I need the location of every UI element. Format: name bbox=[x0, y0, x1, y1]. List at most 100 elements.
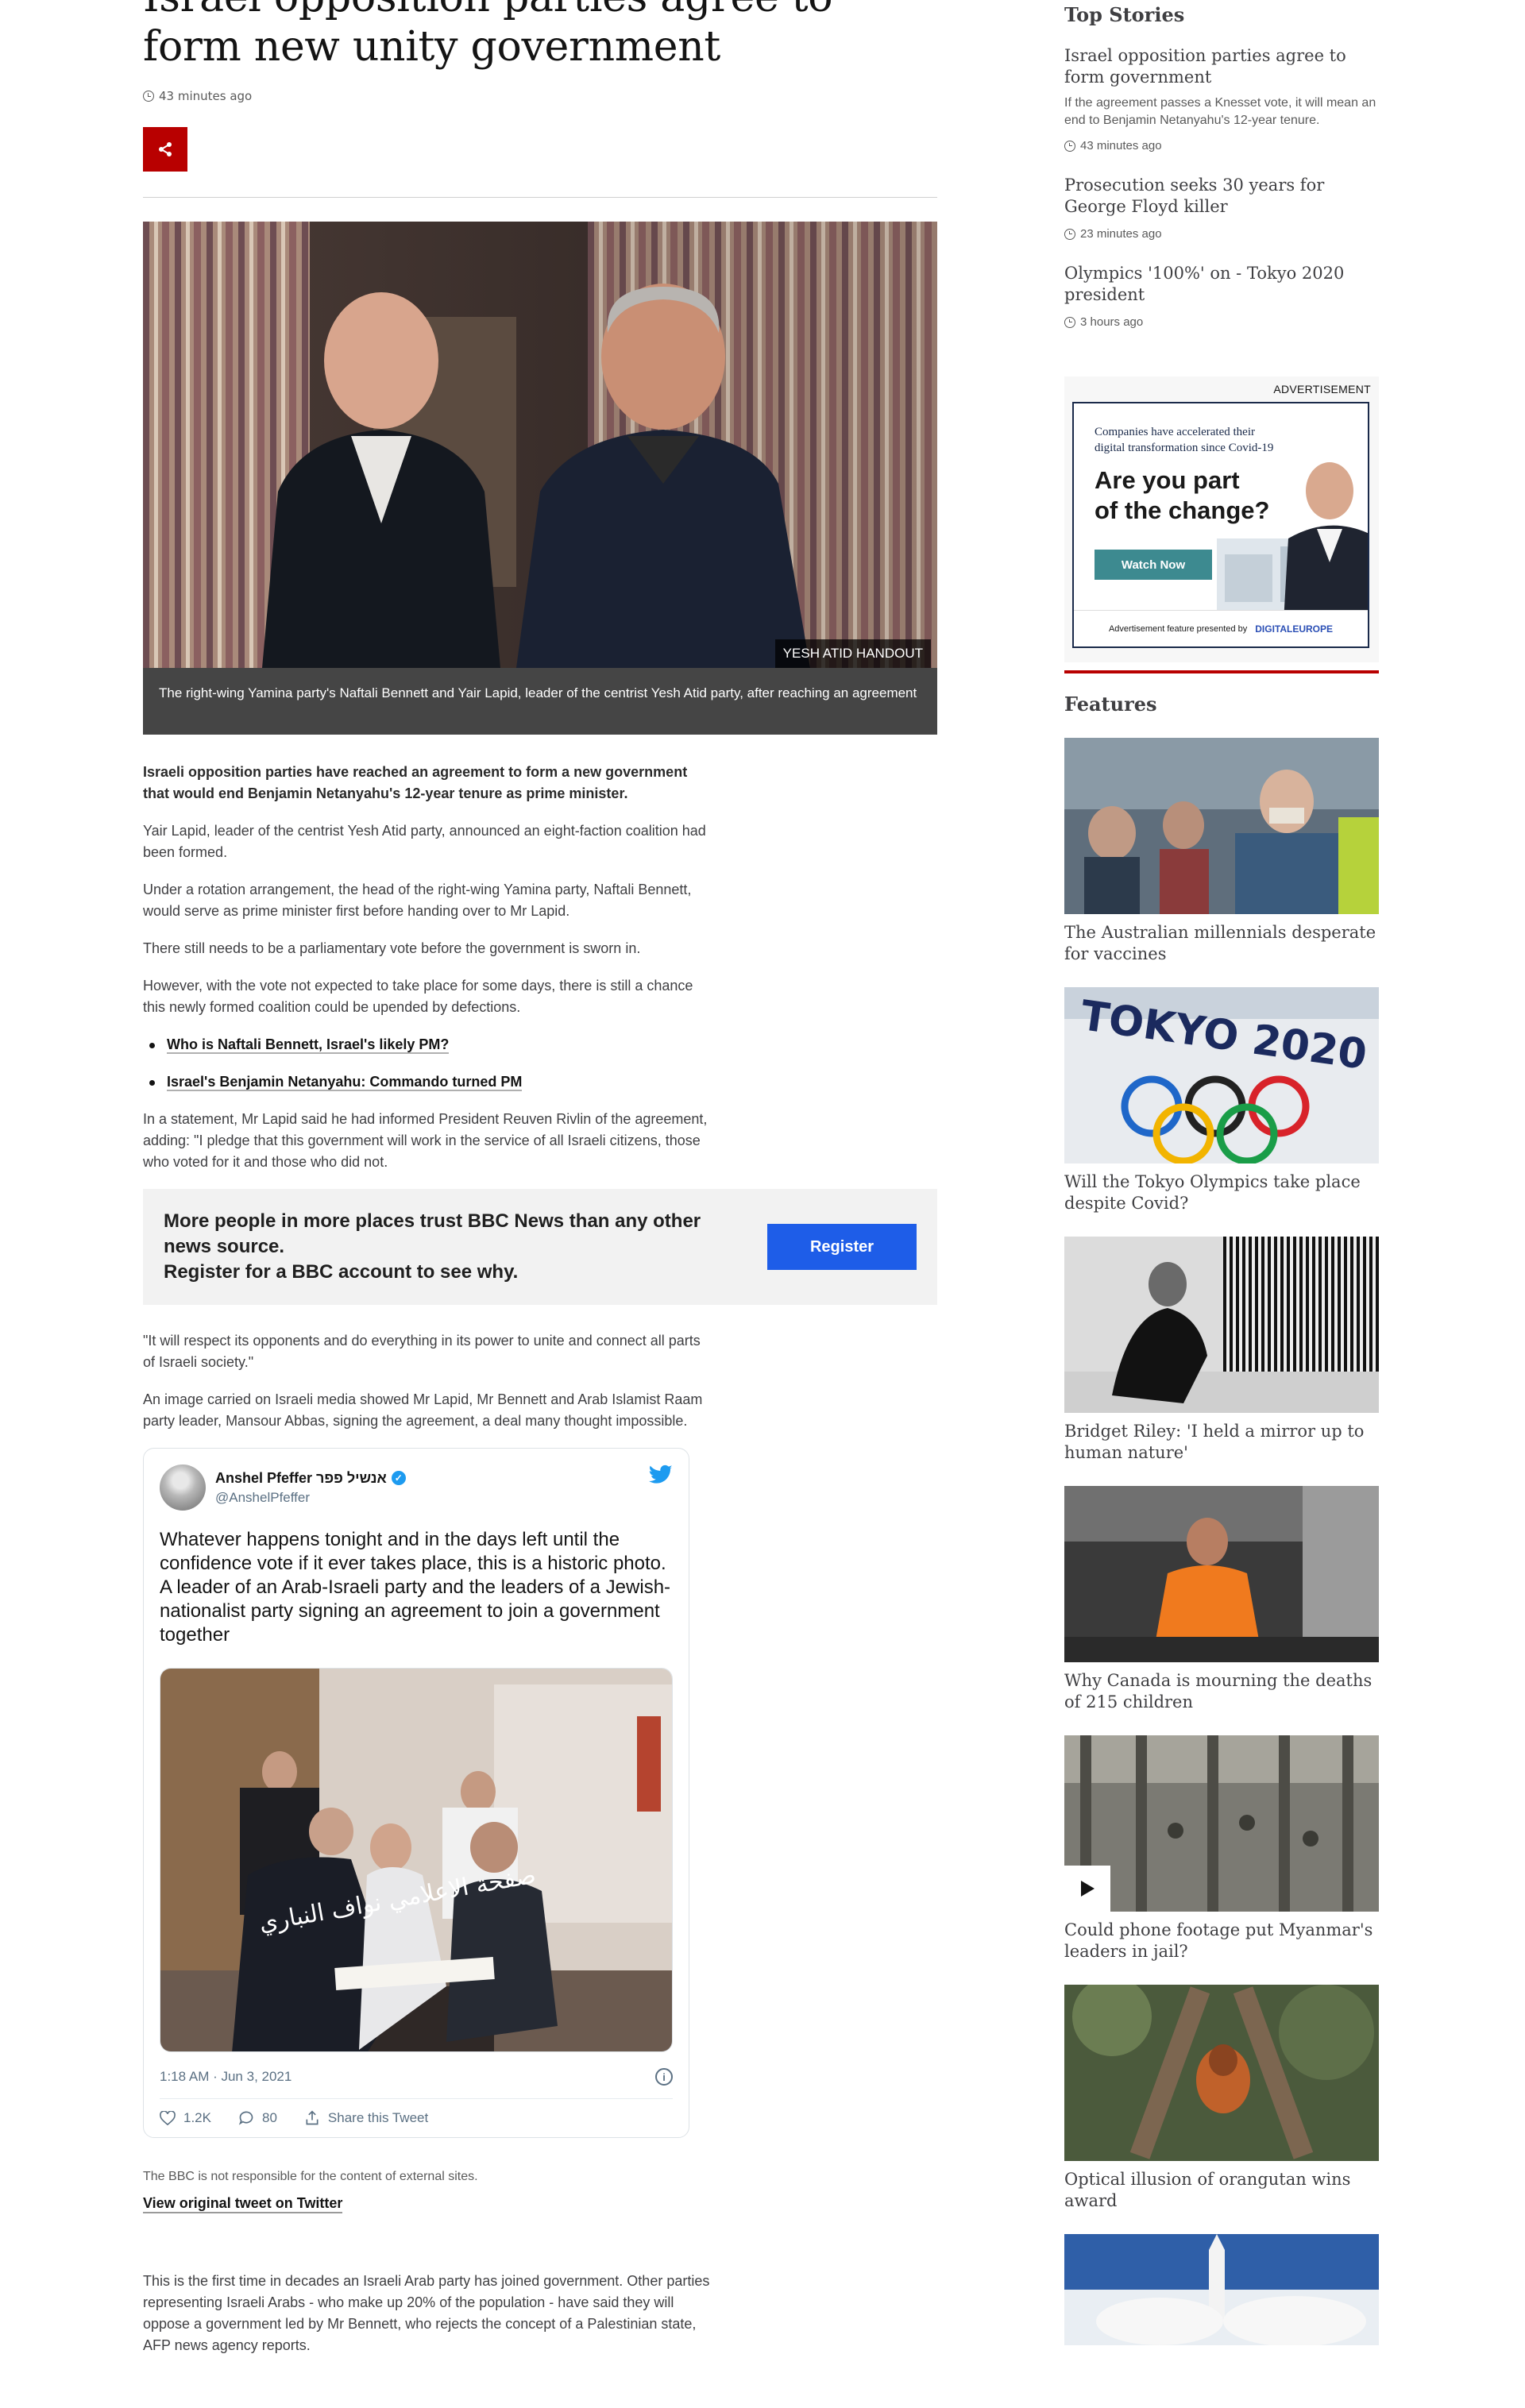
feature-item[interactable]: Could phone footage put Myanmar's leader… bbox=[1064, 1735, 1379, 1962]
feature-photo bbox=[1064, 1237, 1379, 1413]
tweet-photo-signing: صفحة الاعلامي نواف النباري bbox=[160, 1669, 672, 2051]
advertisement: ADVERTISEMENT Companies have accelerated… bbox=[1064, 376, 1379, 662]
related-link-item[interactable]: Israel's Benjamin Netanyahu: Commando tu… bbox=[149, 1071, 715, 1093]
article-intro: Israeli opposition parties have reached … bbox=[143, 764, 688, 801]
tweet-photo[interactable]: صفحة الاعلامي نواف النباري bbox=[160, 1668, 673, 2052]
related-link-bennett[interactable]: Who is Naftali Bennett, Israel's likely … bbox=[167, 1036, 450, 1054]
heart-icon bbox=[160, 2111, 176, 2125]
article-paragraph: In a statement, Mr Lapid said he had inf… bbox=[143, 1111, 708, 1170]
feature-photo bbox=[1064, 1486, 1379, 1662]
article-paragraph: This is the first time in decades an Isr… bbox=[143, 2273, 710, 2353]
feature-image-canada[interactable] bbox=[1064, 1486, 1379, 1662]
register-button[interactable]: Register bbox=[767, 1224, 917, 1270]
ad-footer-text: Advertisement feature presented by bbox=[1108, 623, 1248, 634]
tweet-author[interactable]: Anshel Pfeffer אנשיל פפר ✓ @AnshelPfeffe… bbox=[160, 1464, 406, 1511]
feature-item[interactable]: Why Canada is mourning the deaths of 215… bbox=[1064, 1486, 1379, 1713]
article-paragraph: There still needs to be a parliamentary … bbox=[143, 940, 641, 956]
share-tweet-button[interactable]: Share this Tweet bbox=[304, 2110, 428, 2126]
clock-icon bbox=[143, 91, 154, 102]
play-icon[interactable] bbox=[1064, 1866, 1110, 1912]
tweet-date[interactable]: 1:18 AM · Jun 3, 2021 bbox=[160, 2069, 291, 2085]
related-link-item[interactable]: Who is Naftali Bennett, Israel's likely … bbox=[149, 1034, 715, 1055]
avatar[interactable] bbox=[160, 1464, 206, 1511]
ad-brand[interactable]: DIGITALEUROPE bbox=[1255, 623, 1333, 635]
top-story-item[interactable]: Prosecution seeks 30 years for George Fl… bbox=[1064, 175, 1379, 241]
embedded-tweet[interactable]: Anshel Pfeffer אנשיל פפר ✓ @AnshelPfeffe… bbox=[143, 1448, 689, 2138]
register-promo-text: More people in more places trust BBC New… bbox=[164, 1209, 735, 1285]
feature-item[interactable]: TOKYO 2020 Will the Tokyo Olympics take … bbox=[1064, 987, 1379, 1214]
article-paragraph: An image carried on Israeli media showed… bbox=[143, 1391, 703, 1429]
article-main: Israel opposition parties agree to form … bbox=[143, 0, 937, 2356]
tweet-author-name-row: Anshel Pfeffer אנשיל פפר ✓ bbox=[215, 1470, 406, 1487]
image-credit: YESH ATID HANDOUT bbox=[774, 639, 931, 668]
verified-badge-icon: ✓ bbox=[391, 1471, 406, 1485]
feature-title[interactable]: Optical illusion of orangutan wins award bbox=[1064, 2169, 1379, 2212]
top-story-time-text: 23 minutes ago bbox=[1080, 227, 1162, 241]
top-story-title[interactable]: Olympics '100%' on - Tokyo 2020 presiden… bbox=[1064, 263, 1379, 306]
view-original-tweet-link[interactable]: View original tweet on Twitter bbox=[143, 2195, 343, 2213]
header-divider bbox=[143, 197, 937, 198]
feature-photo bbox=[1064, 1985, 1379, 2161]
feature-image-riley[interactable] bbox=[1064, 1237, 1379, 1413]
like-button[interactable]: 1.2K bbox=[160, 2110, 211, 2126]
top-story-item[interactable]: Olympics '100%' on - Tokyo 2020 presiden… bbox=[1064, 263, 1379, 329]
share-tweet-label: Share this Tweet bbox=[327, 2110, 429, 2125]
article-timestamp: 43 minutes ago bbox=[143, 87, 937, 105]
tweet-author-handle[interactable]: @AnshelPfeffer bbox=[215, 1490, 406, 1506]
top-story-time: 23 minutes ago bbox=[1064, 227, 1379, 241]
feature-image-rocket[interactable] bbox=[1064, 2234, 1379, 2345]
top-story-time: 3 hours ago bbox=[1064, 315, 1379, 329]
ad-label: ADVERTISEMENT bbox=[1273, 383, 1371, 396]
tweet-header: Anshel Pfeffer אנשיל פפר ✓ @AnshelPfeffe… bbox=[160, 1464, 673, 1511]
promo-line-2: Register for a BBC account to see why. bbox=[164, 1261, 519, 1283]
feature-photo bbox=[1064, 1735, 1379, 1912]
feature-title[interactable]: Will the Tokyo Olympics take place despi… bbox=[1064, 1171, 1379, 1214]
features-divider bbox=[1064, 670, 1379, 673]
info-icon[interactable]: i bbox=[655, 2068, 673, 2086]
lead-image-figure: YESH ATID HANDOUT The right-wing Yamina … bbox=[143, 222, 937, 735]
article-paragraph: Under a rotation arrangement, the head o… bbox=[143, 882, 692, 919]
clock-icon bbox=[1064, 140, 1075, 152]
twitter-bird-icon[interactable] bbox=[649, 1464, 673, 1485]
feature-item[interactable] bbox=[1064, 2234, 1379, 2345]
ad-headline: Are you part of the change? bbox=[1095, 466, 1270, 524]
ad-creative[interactable]: Companies have accelerated their digital… bbox=[1072, 402, 1369, 648]
feature-title[interactable]: Why Canada is mourning the deaths of 215… bbox=[1064, 1670, 1379, 1713]
feature-image-vaccines[interactable] bbox=[1064, 738, 1379, 914]
related-links-list: Who is Naftali Bennett, Israel's likely … bbox=[149, 1034, 715, 1093]
feature-title[interactable]: Bridget Riley: 'I held a mirror up to hu… bbox=[1064, 1421, 1379, 1464]
feature-title[interactable]: The Australian millennials desperate for… bbox=[1064, 922, 1379, 965]
clock-icon bbox=[1064, 228, 1075, 240]
share-button[interactable] bbox=[143, 127, 187, 172]
top-story-title[interactable]: Prosecution seeks 30 years for George Fl… bbox=[1064, 175, 1379, 218]
top-story-summary: If the agreement passes a Knesset vote, … bbox=[1064, 96, 1376, 127]
feature-title[interactable]: Could phone footage put Myanmar's leader… bbox=[1064, 1920, 1379, 1962]
top-story-item[interactable]: Israel opposition parties agree to form … bbox=[1064, 45, 1379, 152]
tweet-actions: 1.2K 80 Share this Tweet bbox=[160, 2099, 673, 2137]
sidebar: Top Stories Israel opposition parties ag… bbox=[1064, 0, 1379, 2345]
tweet-author-name[interactable]: Anshel Pfeffer אנשיל פפר bbox=[215, 1470, 387, 1487]
article-body-continued: "It will respect its opponents and do ev… bbox=[143, 1330, 715, 1432]
ad-subtitle: Companies have accelerated their digital… bbox=[1095, 426, 1274, 454]
reply-button[interactable]: 80 bbox=[238, 2110, 277, 2126]
ad-watch-now-button[interactable]: Watch Now bbox=[1095, 550, 1212, 580]
related-link-netanyahu[interactable]: Israel's Benjamin Netanyahu: Commando tu… bbox=[167, 1074, 523, 1091]
feature-photo bbox=[1064, 738, 1379, 914]
feature-item[interactable]: Bridget Riley: 'I held a mirror up to hu… bbox=[1064, 1237, 1379, 1464]
image-caption: The right-wing Yamina party's Naftali Be… bbox=[143, 668, 937, 735]
features-heading: Features bbox=[1064, 693, 1157, 716]
external-disclaimer: The BBC is not responsible for the conte… bbox=[143, 2170, 478, 2183]
article-headline: Israel opposition parties agree to form … bbox=[143, 0, 833, 71]
like-count: 1.2K bbox=[183, 2110, 211, 2125]
top-story-time-text: 43 minutes ago bbox=[1080, 139, 1162, 152]
feature-item[interactable]: The Australian millennials desperate for… bbox=[1064, 738, 1379, 965]
feature-item[interactable]: Optical illusion of orangutan wins award bbox=[1064, 1985, 1379, 2212]
top-story-title[interactable]: Israel opposition parties agree to form … bbox=[1064, 45, 1379, 88]
top-stories-heading: Top Stories bbox=[1064, 3, 1185, 26]
article-timestamp-text: 43 minutes ago bbox=[159, 89, 253, 103]
article-paragraph: Yair Lapid, leader of the centrist Yesh … bbox=[143, 823, 706, 860]
feature-image-myanmar[interactable] bbox=[1064, 1735, 1379, 1912]
share-icon bbox=[159, 142, 172, 156]
feature-image-tokyo[interactable]: TOKYO 2020 bbox=[1064, 987, 1379, 1163]
feature-image-orangutan[interactable] bbox=[1064, 1985, 1379, 2161]
